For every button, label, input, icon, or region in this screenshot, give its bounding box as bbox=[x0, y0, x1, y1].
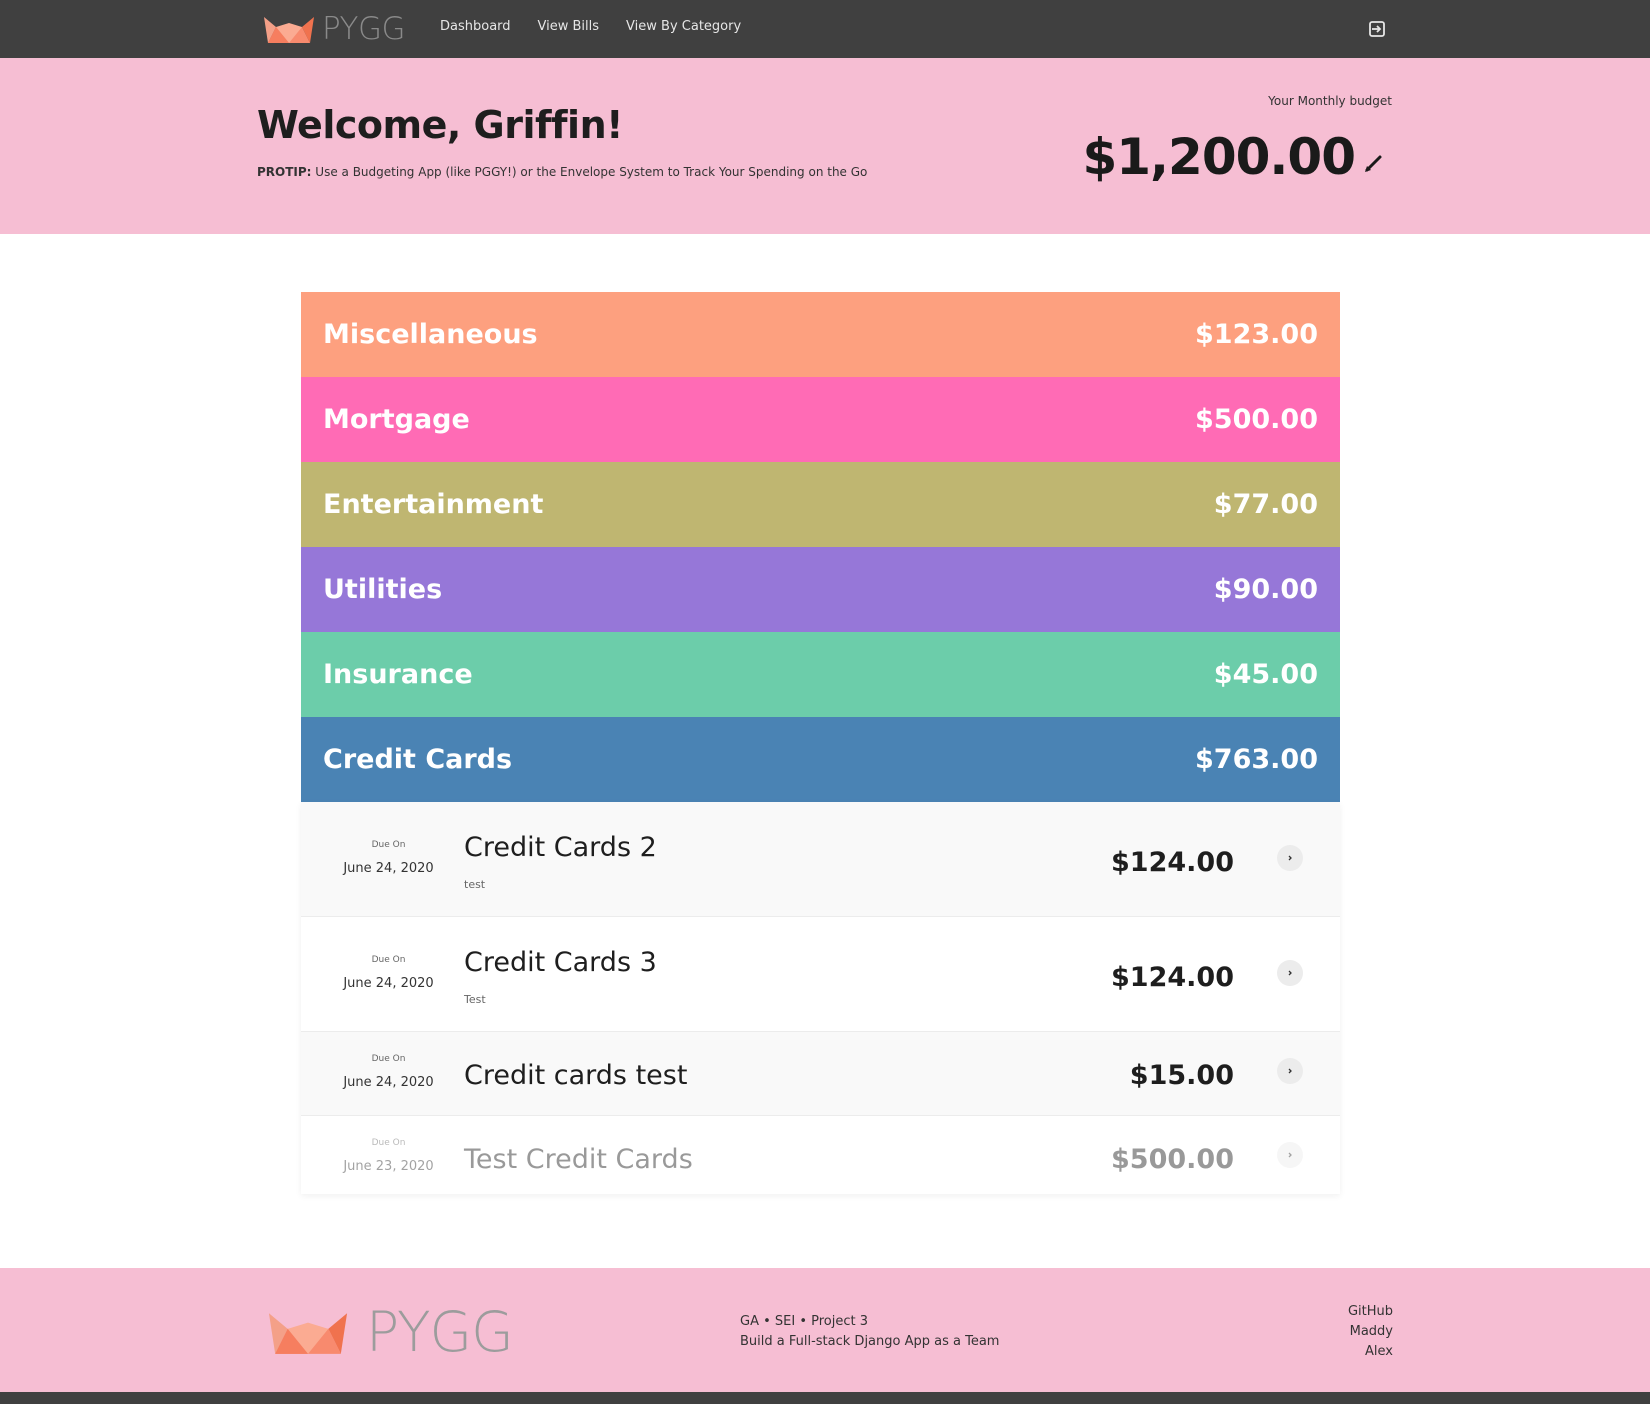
bill-title: Credit Cards 2 bbox=[464, 832, 657, 863]
category-name: Utilities bbox=[323, 574, 443, 605]
nav-view-by-category[interactable]: View By Category bbox=[626, 19, 741, 34]
due-date: June 24, 2020 bbox=[343, 861, 434, 876]
footer-project-info: GA • SEI • Project 3 Build a Full-stack … bbox=[740, 1312, 999, 1352]
monthly-budget-label: Your Monthly budget bbox=[1268, 94, 1392, 108]
main-nav: Dashboard View Bills View By Category bbox=[440, 19, 741, 34]
bill-row[interactable]: Due On June 23, 2020 Test Credit Cards $… bbox=[301, 1116, 1340, 1194]
logout-icon[interactable] bbox=[1367, 19, 1387, 39]
footer-brand-logo[interactable]: PYGG bbox=[262, 1300, 514, 1364]
due-date-block: Due On June 24, 2020 bbox=[301, 1054, 476, 1090]
due-label: Due On bbox=[371, 955, 406, 965]
footer-link-alex[interactable]: Alex bbox=[1348, 1342, 1393, 1362]
due-label: Due On bbox=[371, 1138, 406, 1148]
pig-icon bbox=[264, 17, 314, 43]
bottom-bar bbox=[0, 1392, 1650, 1404]
bill-note: test bbox=[464, 878, 486, 891]
due-date: June 24, 2020 bbox=[343, 1075, 434, 1090]
chevron-right-icon[interactable] bbox=[1277, 960, 1303, 986]
bill-row[interactable]: Due On June 24, 2020 Credit Cards 2 test… bbox=[301, 802, 1340, 917]
monthly-budget: $1,200.00 bbox=[1082, 128, 1385, 186]
nav-view-bills[interactable]: View Bills bbox=[538, 19, 600, 34]
category-mortgage[interactable]: Mortgage $500.00 bbox=[301, 377, 1340, 462]
monthly-budget-value: $1,200.00 bbox=[1082, 128, 1356, 186]
bill-amount: $15.00 bbox=[1129, 1060, 1234, 1091]
chevron-right-icon[interactable] bbox=[1277, 845, 1303, 871]
bill-amount: $124.00 bbox=[1111, 962, 1234, 993]
category-credit-cards[interactable]: Credit Cards $763.00 bbox=[301, 717, 1340, 802]
bill-list: Due On June 24, 2020 Credit Cards 2 test… bbox=[301, 802, 1340, 1194]
category-amount: $77.00 bbox=[1213, 489, 1318, 520]
nav-dashboard[interactable]: Dashboard bbox=[440, 19, 511, 34]
category-miscellaneous[interactable]: Miscellaneous $123.00 bbox=[301, 292, 1340, 377]
bill-note: Test bbox=[464, 993, 486, 1006]
due-date-block: Due On June 24, 2020 bbox=[301, 955, 476, 991]
category-amount: $45.00 bbox=[1213, 659, 1318, 690]
due-label: Due On bbox=[371, 1054, 406, 1064]
pig-icon bbox=[268, 1313, 348, 1354]
category-entertainment[interactable]: Entertainment $77.00 bbox=[301, 462, 1340, 547]
category-name: Miscellaneous bbox=[323, 319, 538, 350]
bill-row[interactable]: Due On June 24, 2020 Credit cards test $… bbox=[301, 1032, 1340, 1116]
footer-links: GitHub Maddy Alex bbox=[1348, 1302, 1393, 1362]
bill-title: Credit Cards 3 bbox=[464, 947, 657, 978]
welcome-banner: Welcome, Griffin! PROTIP: Use a Budgetin… bbox=[0, 58, 1650, 234]
chevron-right-icon[interactable] bbox=[1277, 1142, 1303, 1168]
category-amount: $763.00 bbox=[1195, 744, 1318, 775]
footer-link-maddy[interactable]: Maddy bbox=[1348, 1322, 1393, 1342]
footer-brand-name: PYGG bbox=[366, 1300, 514, 1364]
category-list: Miscellaneous $123.00 Mortgage $500.00 E… bbox=[301, 292, 1340, 1194]
footer-link-github[interactable]: GitHub bbox=[1348, 1302, 1393, 1322]
category-name: Mortgage bbox=[323, 404, 470, 435]
bill-title: Credit cards test bbox=[464, 1060, 688, 1091]
due-date: June 24, 2020 bbox=[343, 976, 434, 991]
bill-amount: $124.00 bbox=[1111, 847, 1234, 878]
category-amount: $90.00 bbox=[1213, 574, 1318, 605]
category-amount: $500.00 bbox=[1195, 404, 1318, 435]
due-label: Due On bbox=[371, 840, 406, 850]
footer-line-1: GA • SEI • Project 3 bbox=[740, 1314, 869, 1329]
category-name: Credit Cards bbox=[323, 744, 513, 775]
category-insurance[interactable]: Insurance $45.00 bbox=[301, 632, 1340, 717]
bill-title: Test Credit Cards bbox=[464, 1144, 693, 1175]
due-date-block: Due On June 23, 2020 bbox=[301, 1138, 476, 1174]
chevron-right-icon[interactable] bbox=[1277, 1058, 1303, 1084]
protip-label: PROTIP: bbox=[257, 165, 312, 179]
bill-amount: $500.00 bbox=[1111, 1144, 1234, 1175]
top-navbar: PYGG Dashboard View Bills View By Catego… bbox=[0, 0, 1650, 58]
protip-text: PROTIP: Use a Budgeting App (like PGGY!)… bbox=[257, 165, 867, 179]
protip-body: Use a Budgeting App (like PGGY!) or the … bbox=[311, 165, 868, 179]
category-name: Entertainment bbox=[323, 489, 544, 520]
category-utilities[interactable]: Utilities $90.00 bbox=[301, 547, 1340, 632]
welcome-heading: Welcome, Griffin! bbox=[257, 103, 623, 147]
brand-name: PYGG bbox=[322, 11, 406, 47]
due-date-block: Due On June 24, 2020 bbox=[301, 840, 476, 876]
category-name: Insurance bbox=[323, 659, 473, 690]
pencil-icon[interactable] bbox=[1363, 152, 1385, 174]
due-date: June 23, 2020 bbox=[343, 1159, 434, 1174]
brand-logo[interactable]: PYGG bbox=[262, 11, 406, 47]
footer-line-2: Build a Full-stack Django App as a Team bbox=[740, 1334, 1000, 1349]
bill-row[interactable]: Due On June 24, 2020 Credit Cards 3 Test… bbox=[301, 917, 1340, 1032]
footer: PYGG GA • SEI • Project 3 Build a Full-s… bbox=[0, 1268, 1650, 1392]
category-amount: $123.00 bbox=[1195, 319, 1318, 350]
